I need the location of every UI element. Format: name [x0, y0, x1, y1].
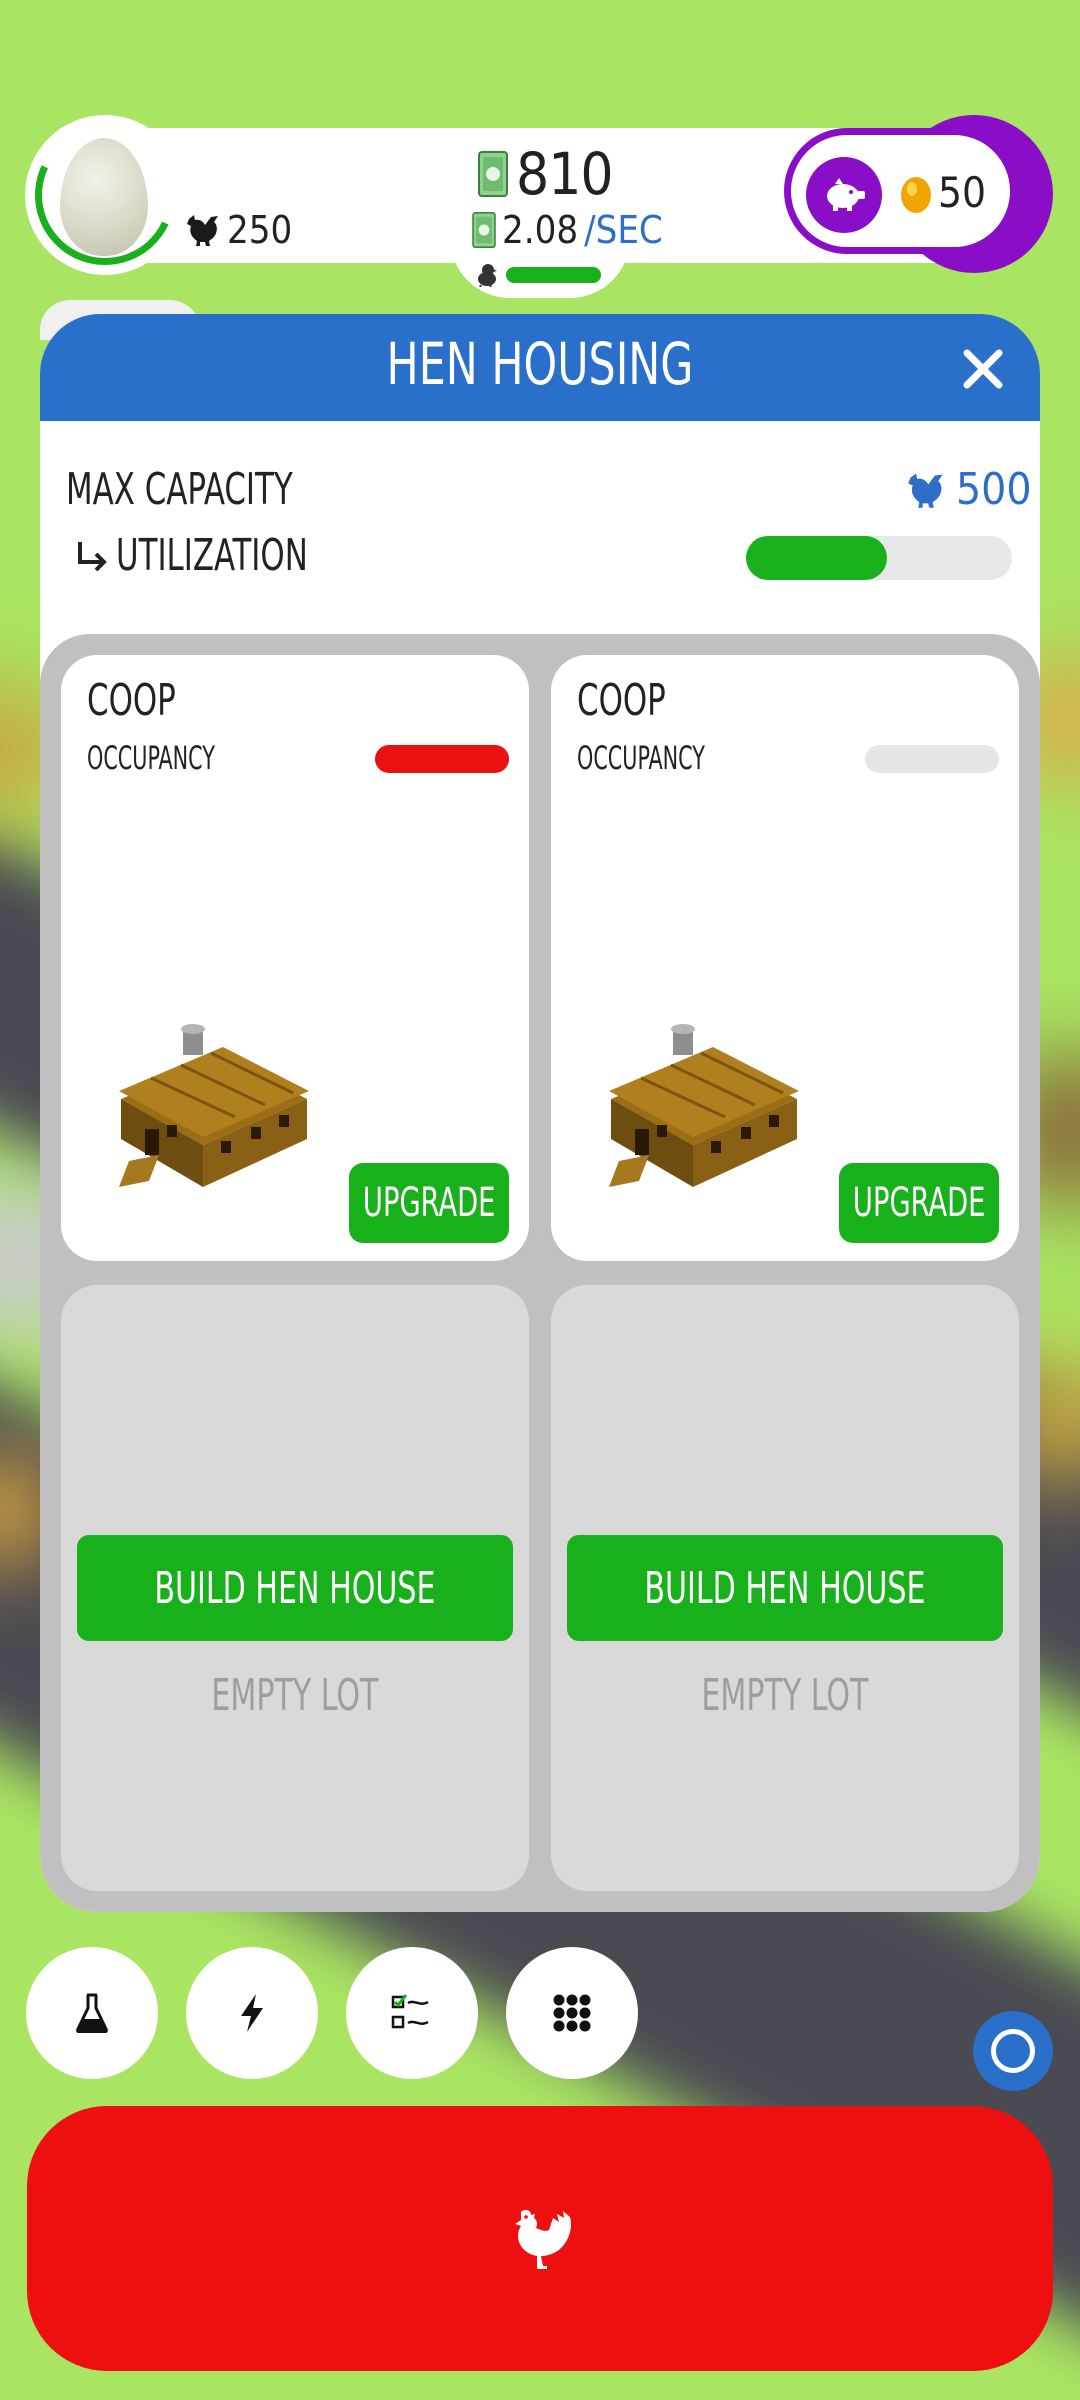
- sub-arrow-icon: [78, 541, 107, 571]
- empty-lot-label: EMPTY LOT: [61, 1670, 529, 1721]
- empty-lot-label: EMPTY LOT: [551, 1670, 1019, 1721]
- chick-progress: [476, 263, 601, 287]
- cash-display: 810: [478, 140, 614, 208]
- house-card: COOP OCCUPANCY UPGRADE: [551, 655, 1019, 1261]
- checklist-icon: [391, 1994, 429, 2029]
- coop-house-icon: [119, 1024, 309, 1187]
- utilization-bar: [746, 536, 1012, 580]
- upgrade-button[interactable]: UPGRADE: [839, 1163, 999, 1243]
- utilization-fill: [746, 536, 887, 580]
- menu-grid-button[interactable]: [506, 1947, 638, 2079]
- house-card: COOP OCCUPANCY UPGRADE: [61, 655, 529, 1261]
- golden-egg-counter: 50: [900, 168, 986, 217]
- piggy-bank-button[interactable]: [806, 157, 882, 233]
- empty-lot-text: EMPTY LOT: [211, 1670, 379, 1721]
- earning-rate: 2.08/SEC: [472, 208, 663, 252]
- boost-button[interactable]: [186, 1947, 318, 2079]
- close-icon[interactable]: [958, 344, 1008, 394]
- max-capacity-label: MAX CAPACITY: [66, 464, 293, 515]
- lightning-icon: [241, 1994, 263, 2032]
- modal-header: HEN HOUSING: [40, 314, 1040, 421]
- upgrade-button[interactable]: UPGRADE: [349, 1163, 509, 1243]
- missions-button[interactable]: [346, 1947, 478, 2079]
- cash-icon: [478, 151, 508, 197]
- upgrade-label: UPGRADE: [362, 1180, 496, 1226]
- house-name: COOP: [87, 675, 176, 726]
- chick-progress-bar: [506, 267, 601, 283]
- upgrade-label: UPGRADE: [852, 1180, 986, 1226]
- max-capacity-number: 500: [956, 464, 1032, 515]
- empty-lot-card: BUILD HEN HOUSE EMPTY LOT: [551, 1285, 1019, 1891]
- hen-count: 250: [185, 208, 292, 252]
- build-label: BUILD HEN HOUSE: [154, 1562, 436, 1614]
- cash-value: 810: [516, 140, 614, 208]
- cash-icon: [472, 212, 496, 248]
- max-capacity-value: 500: [906, 464, 1032, 515]
- grid-icon: [553, 1994, 591, 2032]
- hen-housing-modal: HEN HOUSING MAX CAPACITY 500 UTILIZATION…: [40, 314, 1040, 1912]
- ring-icon: [991, 2029, 1035, 2073]
- occupancy-bar: [375, 745, 509, 773]
- build-label: BUILD HEN HOUSE: [644, 1562, 926, 1614]
- rate-unit: /SEC: [584, 208, 663, 252]
- empty-lot-text: EMPTY LOT: [701, 1670, 869, 1721]
- empty-lot-card: BUILD HEN HOUSE EMPTY LOT: [61, 1285, 529, 1891]
- housing-grid: COOP OCCUPANCY UPGRADE COOP OCCUPANCY UP…: [40, 634, 1040, 1912]
- occupancy-bar: [865, 745, 999, 773]
- house-name: COOP: [577, 675, 666, 726]
- rate-value: 2.08: [502, 208, 579, 252]
- modal-title: HEN HOUSING: [386, 330, 694, 398]
- hen-icon: [908, 472, 943, 508]
- hatch-chicken-button[interactable]: [27, 2106, 1053, 2371]
- occupancy-label: OCCUPANCY: [577, 739, 705, 777]
- coop-house-icon: [609, 1024, 799, 1187]
- occupancy-label: OCCUPANCY: [87, 739, 215, 777]
- chicken-icon: [515, 2209, 571, 2269]
- piggy-bank-icon: [827, 178, 865, 211]
- golden-egg-value: 50: [938, 168, 987, 217]
- build-hen-house-button[interactable]: BUILD HEN HOUSE: [567, 1535, 1003, 1641]
- hen-icon: [187, 215, 218, 246]
- overlay-toggle-button[interactable]: [973, 2011, 1053, 2091]
- chick-icon: [478, 264, 497, 287]
- flask-icon: [76, 1993, 108, 2033]
- hen-count-value: 250: [227, 208, 293, 252]
- utilization-row: UTILIZATION: [74, 530, 362, 581]
- research-button[interactable]: [26, 1947, 158, 2079]
- utilization-label: UTILIZATION: [116, 530, 308, 581]
- build-hen-house-button[interactable]: BUILD HEN HOUSE: [77, 1535, 513, 1641]
- occupancy-fill: [375, 745, 509, 773]
- golden-egg-icon: [901, 176, 931, 213]
